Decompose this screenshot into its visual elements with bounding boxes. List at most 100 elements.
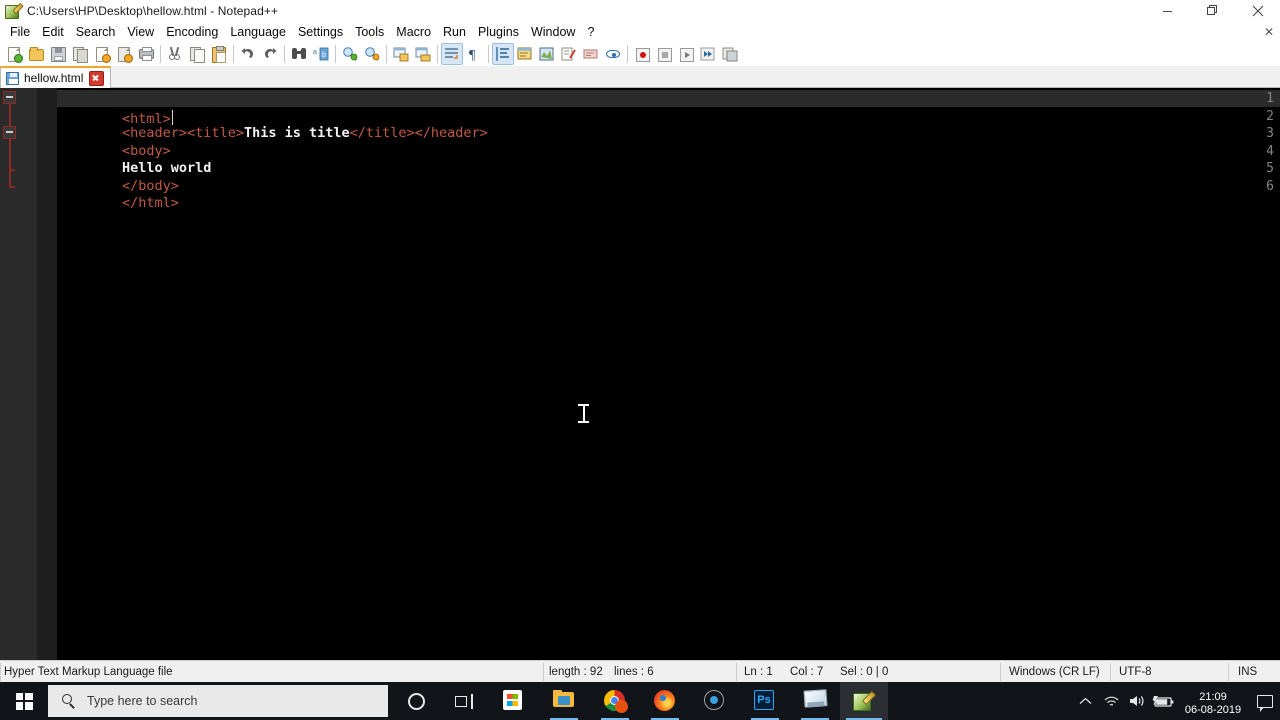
menu-file[interactable]: File (4, 23, 36, 41)
menu-window[interactable]: Window (525, 23, 581, 41)
notifications-icon[interactable] (1250, 682, 1280, 720)
menu-edit[interactable]: Edit (36, 23, 70, 41)
tab-hellow-html[interactable]: hellow.html (0, 66, 112, 88)
save-button[interactable] (47, 43, 69, 65)
function-list-button[interactable] (558, 43, 580, 65)
toolbar-separator (488, 45, 489, 63)
close-all-button[interactable] (113, 43, 135, 65)
wifi-icon[interactable] (1098, 682, 1124, 720)
open-file-button[interactable] (25, 43, 47, 65)
chrome-icon (604, 690, 628, 713)
fold-toggle-line-3[interactable] (3, 126, 16, 139)
redo-button[interactable] (259, 43, 281, 65)
taskbar-app-microsoft-store[interactable] (490, 682, 538, 720)
chevron-up-icon[interactable] (1072, 682, 1098, 720)
print-icon (138, 46, 154, 62)
monitoring-icon (605, 46, 621, 62)
close-button[interactable] (1235, 0, 1280, 22)
windows-start-icon[interactable] (0, 682, 48, 720)
code-editor[interactable]: 1 2 3 4 5 6 <html> <header><title>This i… (0, 88, 1280, 660)
code-line-6: </html> (57, 178, 1280, 211)
toolbar-separator (160, 45, 161, 63)
taskbar-app-chrome[interactable] (591, 682, 639, 720)
show-all-characters-button[interactable]: ¶ (463, 43, 485, 65)
print-button[interactable] (135, 43, 157, 65)
copy-button[interactable] (186, 43, 208, 65)
notepadpp-window: C:\Users\HP\Desktop\hellow.html - Notepa… (0, 0, 1280, 720)
fold-toggle-line-1[interactable] (3, 91, 16, 104)
taskbar-search-input[interactable]: Type here to search (48, 685, 388, 717)
menu-bar: File Edit Search View Encoding Language … (0, 22, 1280, 42)
macro-stop-button[interactable] (653, 43, 675, 65)
restore-button[interactable] (1190, 0, 1235, 22)
user-defined-dialog-button[interactable] (514, 43, 536, 65)
status-bar: Hyper Text Markup Language file length :… (0, 660, 1280, 682)
menu-view[interactable]: View (121, 23, 160, 41)
zoom-in-button[interactable] (339, 43, 361, 65)
find-button[interactable] (288, 43, 310, 65)
taskbar-app-firefox[interactable] (641, 682, 689, 720)
menu-tools[interactable]: Tools (349, 23, 390, 41)
menu-run[interactable]: Run (437, 23, 472, 41)
save-all-button[interactable] (69, 43, 91, 65)
macro-run-multiple-button[interactable] (697, 43, 719, 65)
indent-guide-button[interactable] (492, 43, 514, 65)
cut-button[interactable] (164, 43, 186, 65)
new-file-button[interactable] (3, 43, 25, 65)
zoom-out-button[interactable] (361, 43, 383, 65)
code-line-4: Hello world (57, 143, 1280, 176)
status-encoding: UTF-8 (1119, 666, 1152, 678)
sync-horizontal-button[interactable] (412, 43, 434, 65)
monitoring-button[interactable] (602, 43, 624, 65)
menu-macro[interactable]: Macro (390, 23, 437, 41)
microsoft-store-icon (503, 690, 525, 712)
firefox-icon (654, 690, 676, 712)
menu-encoding[interactable]: Encoding (160, 23, 224, 41)
show-all-characters-icon: ¶ (466, 46, 482, 63)
fold-end-line-6 (9, 186, 15, 188)
menu-settings[interactable]: Settings (292, 23, 349, 41)
document-map-button[interactable] (536, 43, 558, 65)
copy-icon (189, 46, 205, 63)
toolbar: a b ¶ (0, 42, 1280, 66)
undo-button[interactable] (237, 43, 259, 65)
menu-plugins[interactable]: Plugins (472, 23, 525, 41)
macro-save-icon (722, 46, 738, 62)
cortana-icon[interactable] (392, 682, 440, 720)
notepadpp-icon (853, 690, 877, 712)
folder-as-workspace-icon (583, 46, 599, 62)
code-lines[interactable]: <html> <header><title>This is title</tit… (57, 88, 1280, 660)
macro-save-button[interactable] (719, 43, 741, 65)
taskbar-app-photoshop[interactable]: Ps (741, 682, 789, 720)
paste-button[interactable] (208, 43, 230, 65)
taskbar-app-screen-recorder[interactable] (691, 682, 739, 720)
code-line-5: </body> (57, 160, 1280, 194)
menu-search[interactable]: Search (70, 23, 122, 41)
paste-icon (211, 46, 227, 63)
clock-time: 21:09 (1199, 691, 1227, 703)
taskbar-app-notebook[interactable] (791, 682, 839, 720)
menu-language[interactable]: Language (224, 23, 292, 41)
sync-vertical-button[interactable] (390, 43, 412, 65)
macro-record-button[interactable] (631, 43, 653, 65)
taskbar-app-file-explorer[interactable] (540, 682, 588, 720)
taskbar-clock[interactable]: 21:09 06-08-2019 (1176, 685, 1250, 717)
close-document-button[interactable]: ✕ (1264, 25, 1274, 39)
replace-button[interactable]: a b (310, 43, 332, 65)
task-view-icon[interactable] (440, 682, 488, 720)
folder-as-workspace-button[interactable] (580, 43, 602, 65)
volume-icon[interactable] (1124, 682, 1150, 720)
battery-charging-icon[interactable] (1150, 682, 1176, 720)
close-file-button[interactable] (91, 43, 113, 65)
open-file-icon (28, 46, 44, 62)
taskbar-app-notepadpp[interactable] (840, 682, 888, 720)
close-file-icon (94, 46, 111, 63)
close-tab-icon[interactable] (89, 70, 105, 86)
zoom-in-icon (342, 46, 358, 62)
save-icon (50, 46, 66, 62)
find-icon (291, 46, 307, 62)
macro-play-button[interactable] (675, 43, 697, 65)
word-wrap-button[interactable] (441, 43, 463, 65)
menu-help[interactable]: ? (581, 23, 600, 41)
minimize-button[interactable] (1145, 0, 1190, 22)
